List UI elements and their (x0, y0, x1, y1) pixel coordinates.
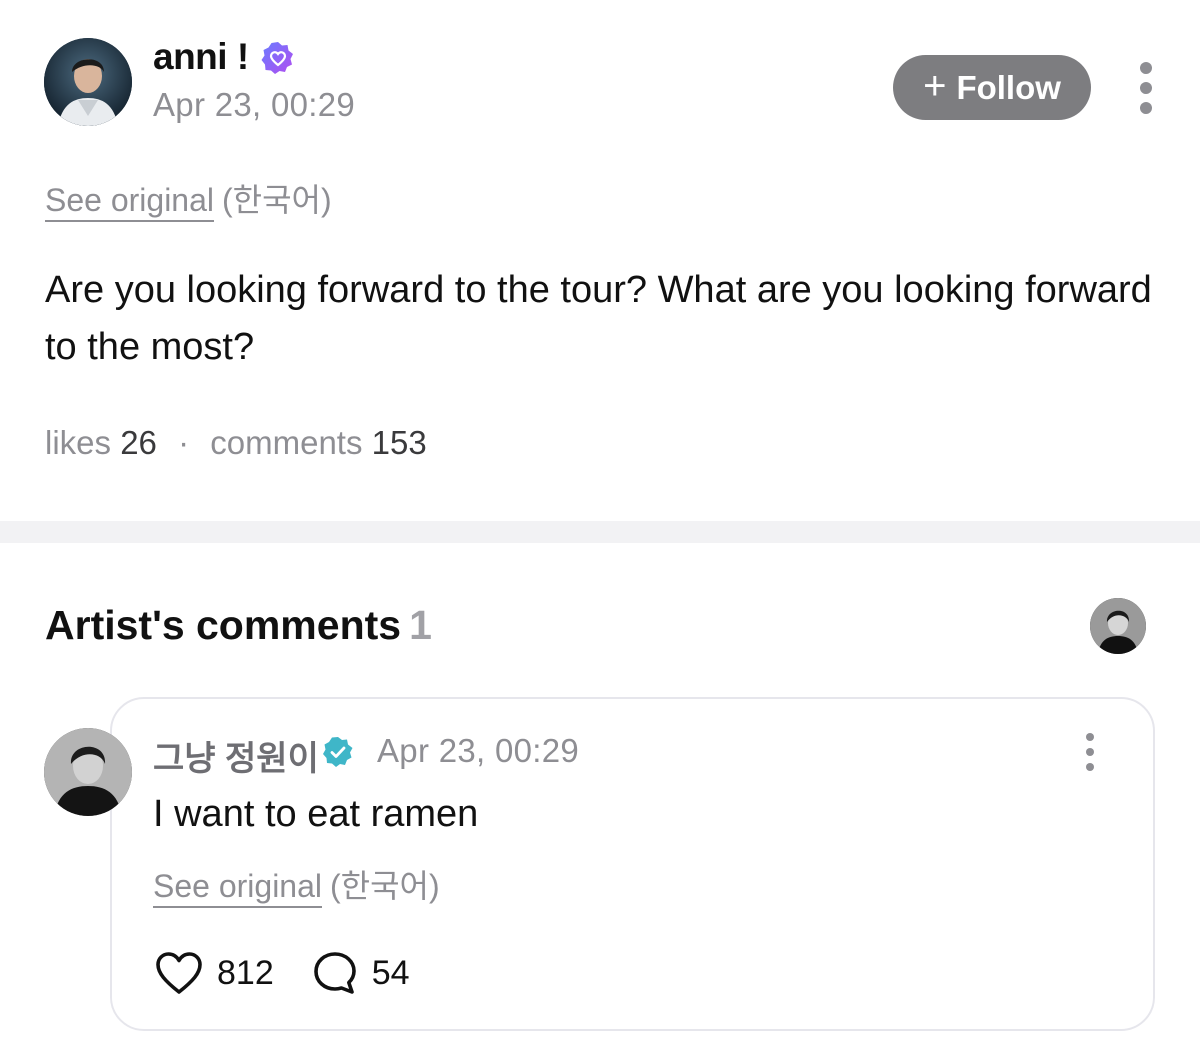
commenter-name[interactable]: 그냥 정원이 (153, 731, 319, 780)
see-original-link[interactable]: See original (45, 182, 214, 222)
original-language-label: (한국어) (222, 182, 332, 218)
follow-button-label: Follow (956, 68, 1061, 106)
comment-see-original-link[interactable]: See original (153, 868, 322, 908)
comment-timestamp: Apr 23, 00:29 (377, 732, 580, 769)
follow-button[interactable]: + Follow (893, 55, 1091, 120)
commenter-avatar[interactable] (44, 728, 132, 816)
post-translation-row: See original (한국어) (45, 175, 332, 222)
like-count: 812 (217, 953, 274, 992)
comments-label[interactable]: comments (210, 424, 362, 461)
reply-button[interactable]: 54 (312, 951, 410, 995)
post-timestamp: Apr 23, 00:29 (153, 86, 356, 123)
author-avatar[interactable] (44, 38, 132, 126)
comment-original-language-label: (한국어) (330, 868, 440, 904)
comment-more-vertical-icon[interactable] (1081, 733, 1099, 771)
post-detail-page: anni ! Apr 23, 00:29 + Follow See origin… (0, 0, 1200, 1060)
stats-separator: · (178, 424, 190, 461)
verified-badge-icon (261, 42, 293, 74)
likes-label: likes (45, 424, 112, 461)
like-button[interactable]: 812 (155, 951, 274, 995)
more-vertical-icon[interactable] (1136, 62, 1156, 114)
artist-comments-count: 1 (409, 602, 432, 648)
post-body-text: Are you looking forward to the tour? Wha… (45, 269, 1152, 368)
comment-actions: 812 54 (155, 948, 410, 998)
plus-icon: + (923, 63, 947, 108)
likes-count: 26 (120, 424, 157, 461)
reply-count: 54 (371, 953, 410, 992)
artist-comments-title: Artist's comments 1 (45, 602, 432, 649)
comment-bubble-icon (313, 952, 356, 994)
section-divider (0, 521, 1200, 543)
comments-count[interactable]: 153 (372, 424, 427, 461)
artist-comments-label: Artist's comments (45, 602, 402, 648)
author-name[interactable]: anni ! (153, 36, 249, 78)
comment-translation-row: See original (한국어) (153, 861, 440, 908)
post-stats: likes 26 · comments 153 (45, 424, 427, 462)
artist-avatar-small[interactable] (1090, 598, 1146, 654)
heart-icon (156, 952, 202, 994)
verified-badge-icon (323, 737, 353, 767)
comment-text: I want to eat ramen (153, 793, 479, 835)
